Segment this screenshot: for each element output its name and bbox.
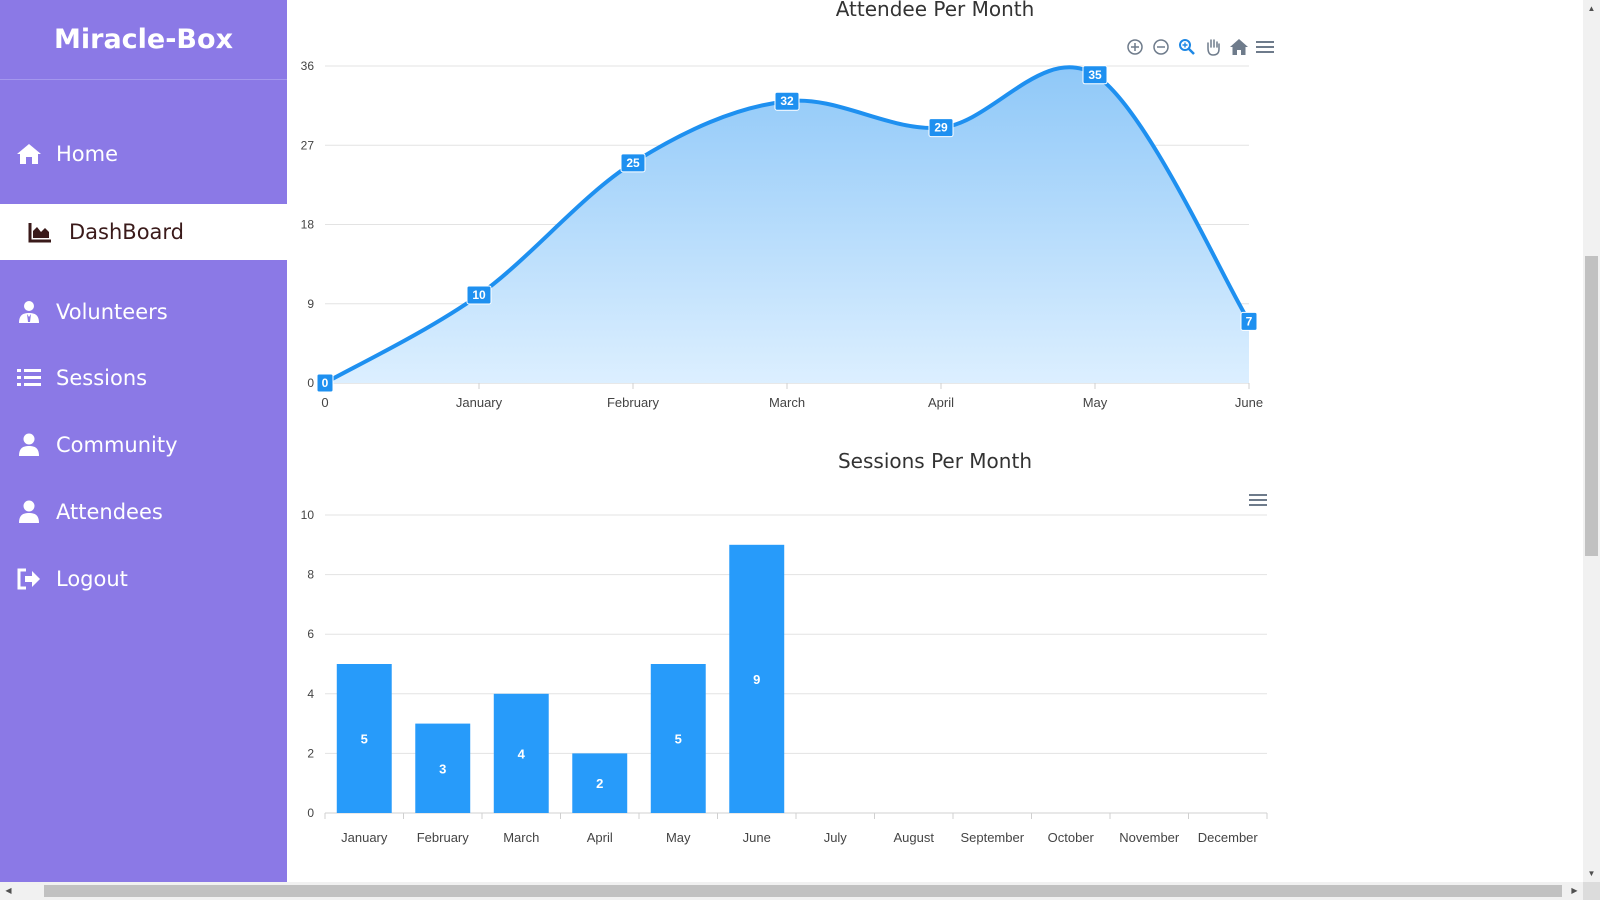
y-tick-label: 4 <box>307 687 314 701</box>
y-tick-label: 36 <box>301 59 315 73</box>
sidebar-item-community[interactable]: Community <box>0 417 287 473</box>
x-tick-label: June <box>1235 395 1263 410</box>
scroll-left-icon[interactable]: ◀ <box>0 882 17 900</box>
series-area <box>325 67 1249 384</box>
y-tick-label: 0 <box>307 376 314 390</box>
y-tick-label: 18 <box>301 218 315 232</box>
x-tick-label: January <box>341 830 388 845</box>
y-tick-label: 2 <box>307 746 314 760</box>
data-label: 0 <box>322 376 329 390</box>
scrollbar-corner <box>1583 882 1600 900</box>
user-icon <box>16 499 42 525</box>
sidebar-item-label: Home <box>56 142 119 166</box>
sidebar-item-label: Logout <box>56 567 128 591</box>
data-label: 32 <box>780 94 794 108</box>
x-tick-label: May <box>1083 395 1108 410</box>
data-label: 7 <box>1246 314 1253 328</box>
sidebar-item-home[interactable]: Home <box>0 126 287 182</box>
sidebar-item-label: Community <box>56 433 178 457</box>
sidebar-item-label: DashBoard <box>69 220 185 244</box>
x-tick-label: April <box>928 395 954 410</box>
chart-area-icon <box>27 219 53 245</box>
sidebar-item-label: Attendees <box>56 500 163 524</box>
sidebar-item-attendees[interactable]: Attendees <box>0 484 287 540</box>
x-tick-label: October <box>1048 830 1095 845</box>
sign-out-icon <box>16 566 42 592</box>
user-icon <box>16 432 42 458</box>
list-icon <box>16 365 42 391</box>
scroll-down-icon[interactable]: ▼ <box>1583 865 1600 882</box>
sidebar: Miracle-Box Home DashBoard Volunteers Se… <box>0 0 287 882</box>
scroll-up-icon[interactable]: ▲ <box>1583 0 1600 17</box>
bar-data-label: 2 <box>596 776 603 791</box>
bar-chart: 0 2 4 6 8 10 January 5 February 3 March 4 April 2 May 5… <box>301 508 1268 845</box>
x-tick-label: February <box>417 830 470 845</box>
x-tick-label: May <box>666 830 691 845</box>
bar-data-label: 4 <box>518 746 526 761</box>
bar-data-label: 5 <box>675 732 682 747</box>
brand-title: Miracle-Box <box>0 0 287 80</box>
vertical-scroll-thumb[interactable] <box>1585 256 1598 556</box>
sidebar-item-label: Sessions <box>56 366 148 390</box>
x-tick-label: June <box>743 830 771 845</box>
y-tick-label: 10 <box>301 508 315 522</box>
bar-data-label: 3 <box>439 761 446 776</box>
y-tick-label: 9 <box>307 297 314 311</box>
x-tick-label: February <box>607 395 660 410</box>
sidebar-item-logout[interactable]: Logout <box>0 551 287 607</box>
x-tick-label: March <box>769 395 805 410</box>
bar-data-label: 5 <box>361 732 368 747</box>
data-label: 35 <box>1088 68 1102 82</box>
vertical-scrollbar[interactable]: ▲ ▼ <box>1583 0 1600 882</box>
sidebar-item-volunteers[interactable]: Volunteers <box>0 284 287 340</box>
data-label: 25 <box>626 156 640 170</box>
x-tick-label: September <box>960 830 1024 845</box>
bar-data-label: 9 <box>753 672 760 687</box>
sidebar-item-sessions[interactable]: Sessions <box>0 350 287 406</box>
x-tick-label: August <box>894 830 935 845</box>
x-tick-label: March <box>503 830 539 845</box>
x-tick-label: December <box>1198 830 1259 845</box>
main-content: Attendee Per Month 0 9 18 27 36 0 January Febru… <box>287 0 1583 882</box>
data-label: 29 <box>934 121 948 135</box>
sidebar-item-dashboard[interactable]: DashBoard <box>0 204 287 260</box>
x-tick-label: 0 <box>321 395 328 410</box>
scroll-right-icon[interactable]: ▶ <box>1566 882 1583 900</box>
x-tick-label: January <box>456 395 503 410</box>
home-icon <box>16 141 42 167</box>
user-tie-icon <box>16 299 42 325</box>
y-tick-label: 0 <box>307 806 314 820</box>
data-label: 10 <box>472 288 486 302</box>
x-tick-label: November <box>1119 830 1180 845</box>
x-tick-label: July <box>824 830 848 845</box>
horizontal-scrollbar[interactable]: ◀ ▶ <box>0 882 1583 900</box>
y-tick-label: 27 <box>301 138 315 152</box>
area-chart: 0 9 18 27 36 0 January February March April May Jun… <box>301 59 1263 410</box>
horizontal-scroll-thumb[interactable] <box>44 885 1562 897</box>
y-tick-label: 8 <box>307 568 314 582</box>
y-tick-label: 6 <box>307 627 314 641</box>
sidebar-item-label: Volunteers <box>56 300 168 324</box>
x-tick-label: April <box>587 830 613 845</box>
